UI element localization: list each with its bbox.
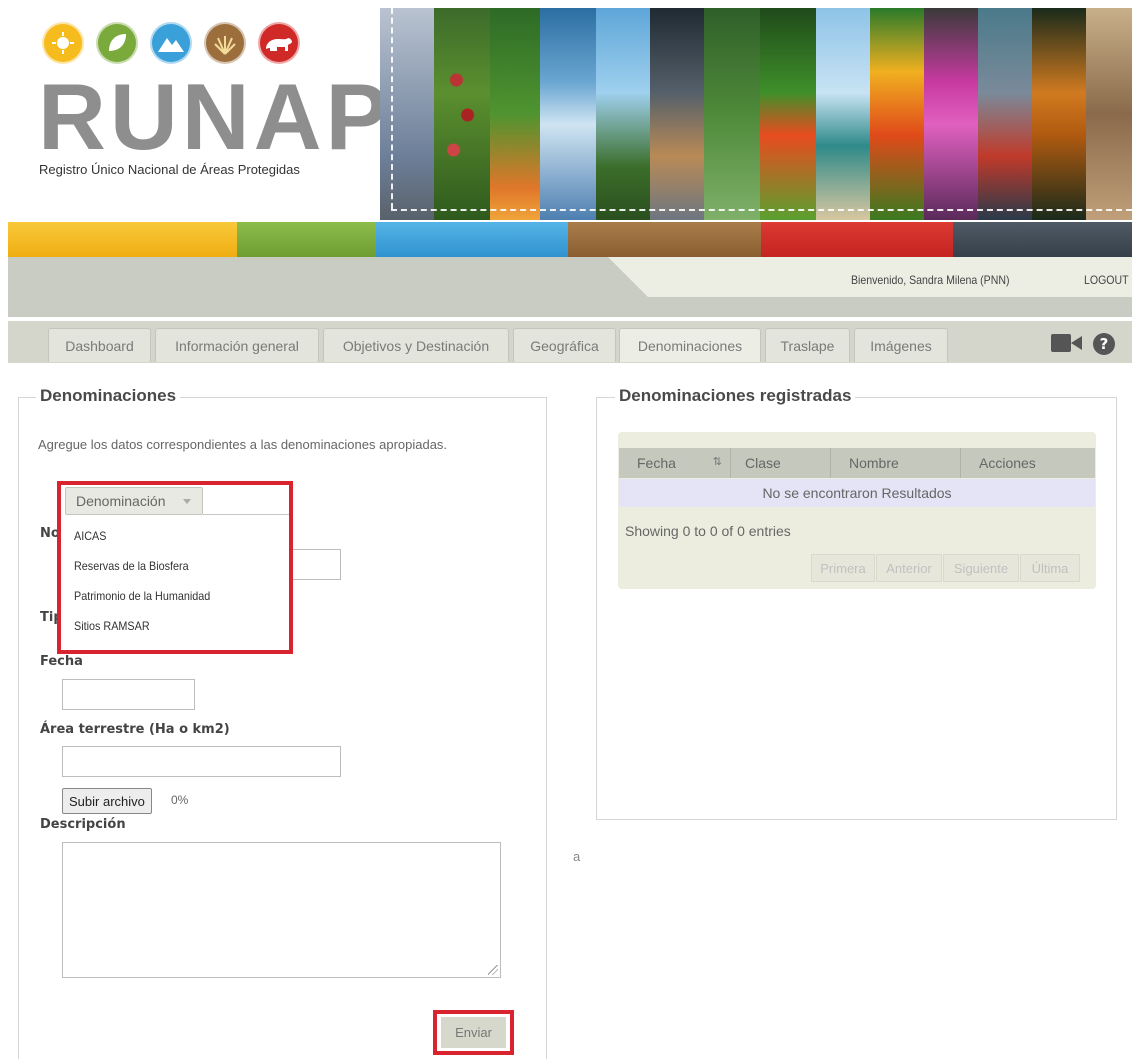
mountain-icon <box>150 22 192 64</box>
pager-first[interactable]: Primera <box>811 554 875 582</box>
sort-icon[interactable]: ⇅ <box>713 455 722 468</box>
fecha-label: Fecha <box>40 654 83 669</box>
logout-link[interactable]: LOGOUT <box>1084 273 1129 287</box>
tab-objetivos-destinacion[interactable]: Objetivos y Destinación <box>323 328 509 362</box>
descripcion-textarea[interactable] <box>62 842 501 978</box>
pager-next[interactable]: Siguiente <box>943 554 1019 582</box>
collage-dashed-border-left <box>391 8 393 209</box>
registered-legend: Denominaciones registradas <box>615 386 856 406</box>
fecha-input[interactable] <box>62 679 195 710</box>
dropdown-option-reservas-biosfera[interactable]: Reservas de la Biosfera <box>74 559 189 573</box>
color-band <box>8 222 1132 257</box>
pager-last[interactable]: Última <box>1020 554 1080 582</box>
grass-icon <box>204 22 246 64</box>
resize-handle[interactable] <box>488 965 498 975</box>
empty-table-message: No se encontraron Resultados <box>619 479 1095 507</box>
sun-palm-icon <box>42 22 84 64</box>
descripcion-label: Descripción <box>40 817 126 832</box>
upload-file-button[interactable]: Subir archivo <box>62 788 152 814</box>
form-intro: Agregue los datos correspondientes a las… <box>38 437 448 452</box>
column-header-acciones: Acciones <box>961 448 1095 478</box>
welcome-text: Bienvenido, Sandra Milena (PNN) <box>851 273 1010 287</box>
bear-icon <box>258 22 300 64</box>
column-header-clase: Clase <box>731 448 831 478</box>
chevron-down-icon[interactable] <box>183 499 191 504</box>
dropdown-option-patrimonio-humanidad[interactable]: Patrimonio de la Humanidad <box>74 589 210 603</box>
column-header-nombre: Nombre <box>831 448 961 478</box>
form-legend: Denominaciones <box>36 386 181 406</box>
column-header-fecha[interactable]: Fecha ⇅ <box>619 448 731 478</box>
upload-progress: 0% <box>171 793 189 807</box>
tipo-label: Tip <box>40 610 63 625</box>
tab-geografica[interactable]: Geográfica <box>513 328 616 362</box>
svg-text:?: ? <box>1100 335 1109 353</box>
stray-text: a <box>573 849 581 864</box>
tab-informacion-general[interactable]: Información general <box>155 328 319 362</box>
tab-imagenes[interactable]: Imágenes <box>854 328 948 362</box>
nombre-label: No <box>40 526 60 541</box>
help-icon[interactable]: ? <box>1092 332 1116 360</box>
dropdown-option-aicas[interactable]: AICAS <box>74 529 106 543</box>
pager-previous[interactable]: Anterior <box>876 554 942 582</box>
leaf-icon <box>96 22 138 64</box>
submit-highlight-box <box>433 1010 514 1055</box>
logo-subtitle: Registro Único Nacional de Áreas Protegi… <box>39 162 300 177</box>
tab-dashboard[interactable]: Dashboard <box>48 328 151 362</box>
area-input[interactable] <box>62 746 341 777</box>
header-photo-collage <box>380 8 1132 220</box>
dropdown-option-sitios-ramsar[interactable]: Sitios RAMSAR <box>74 619 150 633</box>
logo-wordmark: RUNAP <box>38 64 393 169</box>
column-header-fecha-label: Fecha <box>637 455 676 471</box>
tab-denominaciones[interactable]: Denominaciones <box>619 328 761 362</box>
tab-traslape[interactable]: Traslape <box>765 328 850 362</box>
table-info: Showing 0 to 0 of 0 entries <box>625 523 791 539</box>
video-camera-icon[interactable] <box>1051 332 1083 358</box>
user-bar <box>8 257 1132 317</box>
area-label: Área terrestre (Ha o km2) <box>40 722 230 737</box>
dropdown-divider <box>203 514 289 515</box>
collage-dashed-border <box>391 209 1132 211</box>
